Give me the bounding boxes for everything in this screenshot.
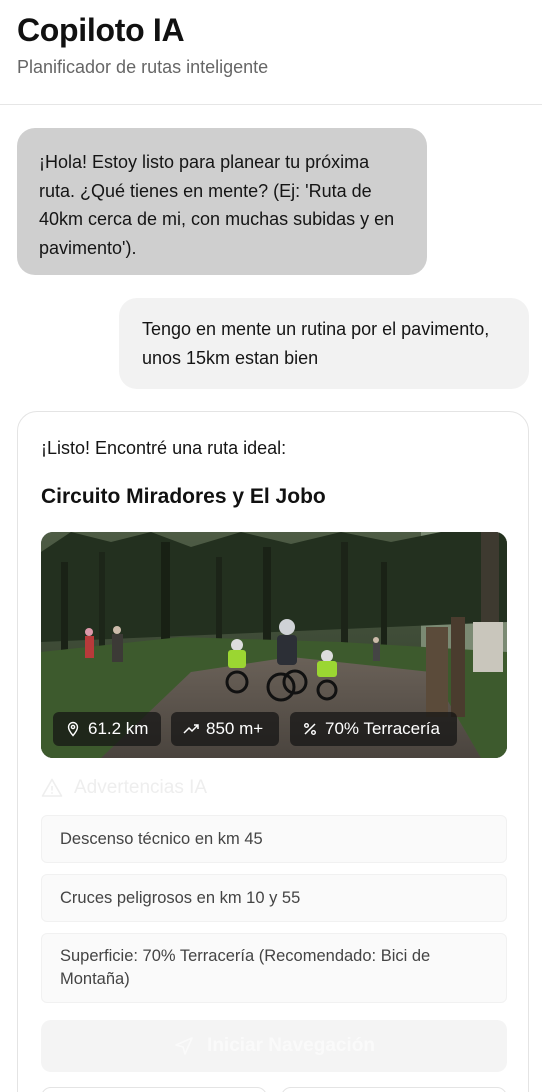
route-suggestion-card: ¡Listo! Encontré una ruta ideal: Circuit… <box>17 411 529 1092</box>
trending-up-icon <box>183 724 199 734</box>
ai-message-bubble: ¡Hola! Estoy listo para planear tu próxi… <box>17 128 427 275</box>
warning-item: Descenso técnico en km 45 <box>41 815 507 863</box>
distance-value: 61.2 km <box>88 719 149 738</box>
secondary-action-button[interactable] <box>41 1087 267 1092</box>
secondary-action-button[interactable] <box>281 1087 507 1092</box>
distance-stat: 61.2 km <box>53 712 161 746</box>
terrain-stat: 70% Terracería <box>290 712 457 746</box>
route-name: Circuito Miradores y El Jobo <box>41 485 326 508</box>
start-navigation-button[interactable]: Iniciar Navegación <box>41 1020 507 1072</box>
warning-item: Cruces peligrosos en km 10 y 55 <box>41 874 507 922</box>
app-header: Copiloto IA Planificador de rutas inteli… <box>0 0 542 105</box>
elevation-stat: 850 m+ <box>171 712 279 746</box>
map-pin-icon <box>67 721 79 737</box>
route-intro-text: ¡Listo! Encontré una ruta ideal: <box>41 438 287 458</box>
alert-triangle-icon <box>41 778 63 797</box>
elevation-value: 850 m+ <box>206 719 264 738</box>
warnings-title: Advertencias IA <box>74 777 208 798</box>
user-message-bubble: Tengo en mente un rutina por el paviment… <box>119 298 529 389</box>
percent-icon <box>304 723 316 735</box>
warnings-header: Advertencias IA <box>41 777 207 799</box>
app-title: Copiloto IA <box>17 12 185 48</box>
route-photo: 61.2 km 850 m+ 70% Terracería <box>41 532 507 758</box>
app-subtitle: Planificador de rutas inteligente <box>17 57 269 77</box>
terrain-value: 70% Terracería <box>325 719 440 738</box>
warning-item: Superficie: 70% Terracería (Recomendado:… <box>41 933 507 1003</box>
start-navigation-label: Iniciar Navegación <box>207 1035 375 1056</box>
navigation-arrow-icon <box>175 1037 193 1055</box>
